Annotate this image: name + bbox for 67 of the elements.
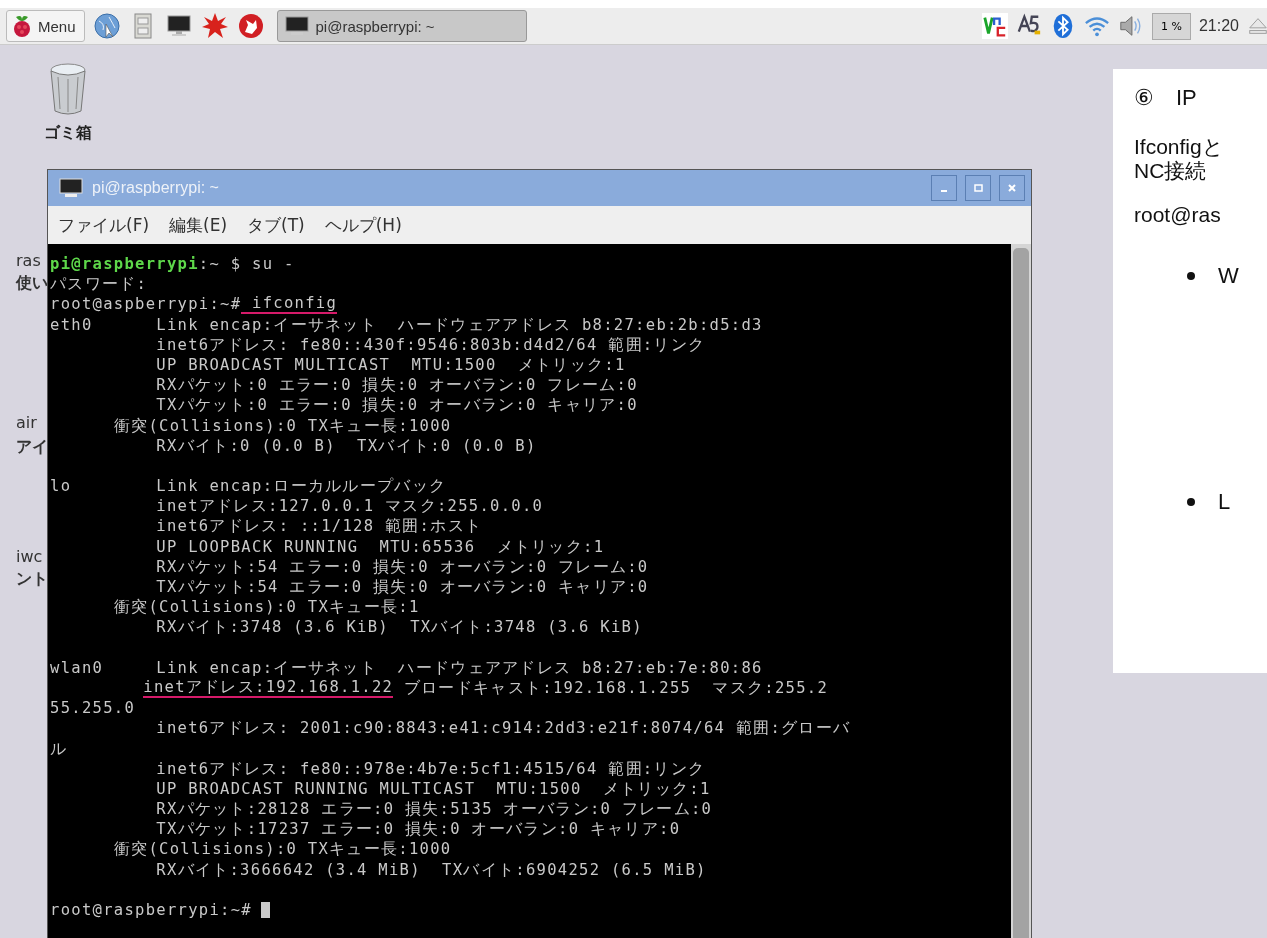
terminal-line: root@aspberrypi:~# xyxy=(50,294,242,315)
eject-icon[interactable] xyxy=(1247,15,1267,37)
terminal-line: 衝突(Collisions):0 TXキュー長:1000 xyxy=(112,415,452,436)
desktop-icon-label: 使い xyxy=(16,273,48,294)
terminal-line: inet6アドレス: ::1/128 範囲:ホスト xyxy=(155,516,483,537)
menu-item[interactable]: 編集(E) xyxy=(169,213,228,237)
menu-button[interactable]: Menu xyxy=(6,10,85,42)
terminal-line: :~ $ su - xyxy=(198,254,295,275)
clock[interactable]: 21:20 xyxy=(1198,17,1239,35)
slide-heading: ⑥ IP xyxy=(1134,84,1198,112)
maximize-button[interactable] xyxy=(965,175,991,201)
desktop-icon-label: ras xyxy=(16,251,41,270)
terminal-line: eth0 Link encap:イーサネット ハードウェアアドレス b8:27:eb:2b:d5:d3 xyxy=(50,314,763,335)
terminal-line: RXパケット:0 エラー:0 損失:0 オーバラン:0 フレーム:0 xyxy=(155,375,638,396)
terminal-line: 55.255.0 xyxy=(50,698,136,719)
window-title: pi@raspberrypi: ~ xyxy=(92,179,219,197)
terminal-line: RXバイト:3748 (3.6 KiB) TXバイト:3748 (3.6 KiB) xyxy=(155,617,643,638)
monitor-icon xyxy=(58,177,84,199)
menu-item[interactable]: ファイル(F) xyxy=(58,213,150,237)
terminal-line: inetアドレス:127.0.0.1 マスク:255.0.0.0 xyxy=(155,496,544,517)
slide-text: Ifconfigと xyxy=(1134,135,1225,159)
desktop-icon-label: air xyxy=(16,413,37,432)
remote-desktop-icon[interactable] xyxy=(982,13,1008,39)
terminal-line: TXパケット:54 エラー:0 損失:0 オーバラン:0 キャリア:0 xyxy=(155,577,649,598)
text-cursor xyxy=(261,902,270,919)
terminal-line: ル xyxy=(50,738,68,759)
terminal-line: wlan0 Link encap:イーサネット ハードウェアアドレス b8:27:eb:7e:80:86 xyxy=(50,657,763,678)
prompt-user: pi@raspberrypi xyxy=(50,254,199,275)
terminal-line: UP BROADCAST RUNNING MULTICAST MTU:1500 メトリック:1 xyxy=(155,778,711,800)
cpu-usage-meter[interactable]: 1 % xyxy=(1152,12,1191,40)
terminal-line: UP LOOPBACK RUNNING MTU:65536 メトリック:1 xyxy=(155,536,605,557)
terminal-line: RXバイト:0 (0.0 B) TXバイト:0 (0.0 B) xyxy=(155,435,537,456)
terminal-line: 衝突(Collisions):0 TXキュー長:1 xyxy=(112,597,420,618)
underlined-text: inetアドレス:192.168.1.22 xyxy=(143,678,394,698)
terminal-line: inet6アドレス: fe80::978e:4b7e:5cf1:4515/64 範囲:リンク xyxy=(155,758,706,779)
terminal-line: TXパケット:17237 エラー:0 損失:0 オーバラン:0 キャリア:0 xyxy=(155,819,681,840)
trash-label: ゴミ箱 xyxy=(44,123,92,144)
terminal-line: lo Link encap:ローカルループバック xyxy=(50,476,447,497)
terminal-line: inet6アドレス: 2001:c90:8843:e41:c914:2dd3:e21f:8074/64 範囲:グローバ xyxy=(155,718,851,739)
desktop-icon-label: アイ xyxy=(16,437,48,458)
terminal-line: inet6アドレス: fe80::430f:9546:803b:d4d2/64 範囲:リンク xyxy=(155,334,706,355)
desktop-icon-label: ント xyxy=(16,569,48,590)
raspberry-icon xyxy=(11,14,33,38)
bullet-icon xyxy=(1186,497,1196,507)
terminal-line: TXパケット:0 エラー:0 損失:0 オーバラン:0 キャリア:0 xyxy=(155,395,638,416)
terminal-line: RXパケット:28128 エラー:0 損失:5135 オーバラン:0 フレーム:0 xyxy=(155,799,713,820)
terminal-line: UP BROADCAST MULTICAST MTU:1500 メトリック:1 xyxy=(155,354,626,376)
wolf-icon[interactable] xyxy=(236,12,265,40)
menu-item[interactable]: タブ(T) xyxy=(247,213,305,237)
terminal-line: RXバイト:3666642 (3.4 MiB) TXバイト:6904252 (6.5 MiB) xyxy=(155,859,707,880)
menu-item[interactable]: ヘルプ(H) xyxy=(324,213,402,237)
underlined-text: ifconfig xyxy=(241,294,338,314)
desktop-icon-label: iwc xyxy=(16,547,43,566)
bullet-icon xyxy=(1186,271,1196,281)
globe-icon[interactable] xyxy=(92,12,121,40)
terminal-line: root@raspberrypi:~# xyxy=(50,900,252,921)
bullet-text: W xyxy=(1218,263,1239,289)
terminal-line: RXパケット:54 エラー:0 損失:0 オーバラン:0 フレーム:0 xyxy=(155,556,649,577)
slide-text: root@ras xyxy=(1134,203,1222,227)
close-button[interactable] xyxy=(999,175,1025,201)
bullet-text: L xyxy=(1218,489,1231,515)
starburst-icon[interactable] xyxy=(200,12,229,40)
terminal-line: ブロードキャスト:192.168.1.255 マスク:255.2 xyxy=(402,677,829,699)
terminal-line: 衝突(Collisions):0 TXキュー長:1000 xyxy=(112,839,452,860)
terminal-line: パスワード: xyxy=(50,274,148,295)
task-button[interactable]: pi@raspberrypi: ~ xyxy=(276,10,527,42)
slide-text: NC接続 xyxy=(1134,159,1208,183)
